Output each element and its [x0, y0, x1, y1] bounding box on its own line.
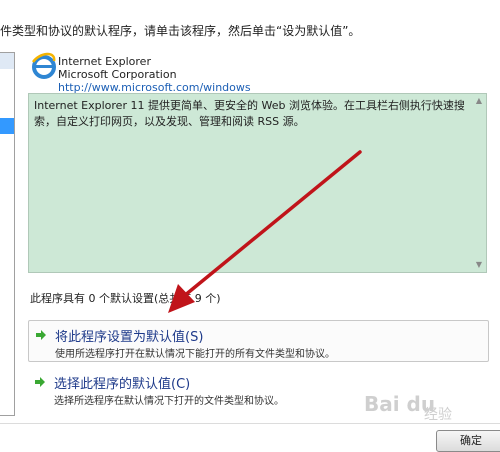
red-annotation-arrow — [168, 150, 362, 313]
footer-divider — [0, 423, 500, 424]
ok-button[interactable]: 确定 — [436, 430, 500, 452]
watermark-sub: 经验 — [424, 407, 452, 423]
